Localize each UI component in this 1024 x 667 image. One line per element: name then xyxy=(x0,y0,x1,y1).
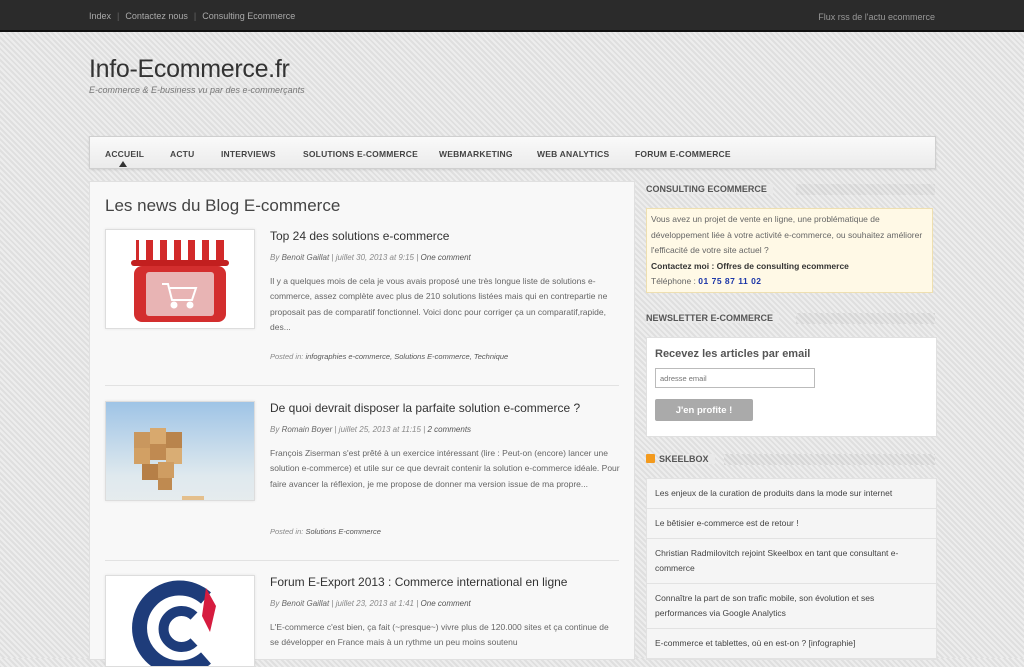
category-links[interactable]: infographies e-commerce, Solutions E-com… xyxy=(305,352,508,361)
phone-label: Téléphone : xyxy=(651,276,696,286)
post-title[interactable]: Forum E-Export 2013 : Commerce internati… xyxy=(270,575,567,589)
phone-number[interactable]: 01 75 87 11 02 xyxy=(698,276,761,286)
site-tagline: E-commerce & E-business vu par des e-com… xyxy=(89,85,305,95)
nav-item-actu[interactable]: ACTU xyxy=(170,149,194,159)
posted-in-label: Posted in: xyxy=(270,527,304,536)
subscribe-button[interactable]: J'en profite ! xyxy=(655,399,753,421)
post-categories: Posted in: infographies e-commerce, Solu… xyxy=(270,352,508,361)
consulting-contact-link[interactable]: Contactez moi : Offres de consulting eco… xyxy=(651,259,928,275)
cci-logo xyxy=(106,576,254,666)
list-item[interactable]: Christian Radmilovitch rejoint Skeelbox … xyxy=(647,539,936,584)
meta-by: By xyxy=(270,253,280,262)
post-excerpt: L'E-commerce c'est bien, ça fait (~presq… xyxy=(270,622,609,648)
nav-item-solutions[interactable]: SOLUTIONS E-COMMERCE xyxy=(303,149,418,159)
post-divider xyxy=(105,560,619,561)
nav-item-accueil[interactable]: ACCUEIL xyxy=(105,149,144,159)
separator: | xyxy=(193,11,197,21)
post-comments-link[interactable]: One comment xyxy=(421,599,471,608)
skeelbox-list: Les enjeux de la curation de produits da… xyxy=(646,478,937,660)
list-item[interactable]: Les enjeux de la curation de produits da… xyxy=(647,479,936,509)
meta-by: By xyxy=(270,599,280,608)
widget-title-decoration xyxy=(796,313,935,324)
main-content: Les news du Blog E-commerce Top 24 des s… xyxy=(89,181,635,667)
top-bar: Index | Contactez nous | Consulting Ecommerc… xyxy=(0,0,1024,32)
page-title: Les news du Blog E-commerce xyxy=(105,196,341,215)
consulting-box: Vous avez un projet de vente en ligne, u… xyxy=(646,208,933,293)
email-input[interactable] xyxy=(655,368,815,388)
wooden-cubes-image xyxy=(106,402,254,500)
consulting-widget-title: CONSULTING ECOMMERCE xyxy=(646,184,773,194)
list-item[interactable]: Connaître la part de son trafic mobile, … xyxy=(647,584,936,629)
top-link-index[interactable]: Index xyxy=(89,11,111,21)
widget-title-decoration xyxy=(724,454,935,465)
top-link-contact[interactable]: Contactez nous xyxy=(125,11,188,21)
post-categories: Posted in: Solutions E-commerce xyxy=(270,527,381,536)
skeelbox-widget-title: SKEELBOX xyxy=(659,454,715,464)
consulting-text: Vous avez un projet de vente en ligne, u… xyxy=(651,214,923,255)
post-date: | juillet 25, 2013 at 11:15 | xyxy=(334,425,426,434)
post-meta: By Romain Boyer | juillet 25, 2013 at 11… xyxy=(270,425,471,434)
newsletter-widget-title: NEWSLETTER E-COMMERCE xyxy=(646,313,779,323)
post-author[interactable]: Benoit Gaillat xyxy=(282,253,330,262)
post-comments-link[interactable]: 2 comments xyxy=(427,425,471,434)
category-links[interactable]: Solutions E-commerce xyxy=(305,527,380,536)
nav-item-interviews[interactable]: INTERVIEWS xyxy=(221,149,276,159)
post-meta: By Benoit Gaillat | juillet 23, 2013 at … xyxy=(270,599,471,608)
post-divider xyxy=(105,385,619,386)
newsletter-heading: Recevez les articles par email xyxy=(655,348,811,360)
list-item[interactable]: E-commerce et tablettes, où en est-on ? … xyxy=(647,629,936,659)
main-nav: ACCUEIL ACTU INTERVIEWS SOLUTIONS E-COMM… xyxy=(89,136,936,169)
widget-title-decoration xyxy=(796,184,935,195)
rss-icon xyxy=(646,454,655,463)
post-date: | juillet 30, 2013 at 9:15 | xyxy=(331,253,419,262)
post-author[interactable]: Benoit Gaillat xyxy=(282,599,330,608)
top-links: Index | Contactez nous | Consulting Ecommerc… xyxy=(89,11,295,21)
post-thumbnail[interactable] xyxy=(105,229,255,329)
nav-item-web-analytics[interactable]: WEB ANALYTICS xyxy=(537,149,609,159)
post-comments-link[interactable]: One comment xyxy=(421,253,471,262)
post-title[interactable]: De quoi devrait disposer la parfaite sol… xyxy=(270,401,580,415)
post-excerpt: Il y a quelques mois de cela je vous ava… xyxy=(270,276,608,332)
post-thumbnail[interactable] xyxy=(105,401,255,501)
separator: | xyxy=(117,11,120,21)
post-meta: By Benoit Gaillat | juillet 30, 2013 at … xyxy=(270,253,471,262)
post-excerpt: François Ziserman s'est prêté à un exerc… xyxy=(270,448,620,489)
post-title[interactable]: Top 24 des solutions e-commerce xyxy=(270,229,449,243)
nav-item-webmarketing[interactable]: WEBMARKETING xyxy=(439,149,513,159)
top-link-consulting[interactable]: Consulting Ecommerce xyxy=(202,11,295,21)
nav-item-forum[interactable]: FORUM E-COMMERCE xyxy=(635,149,731,159)
posted-in-label: Posted in: xyxy=(270,352,304,361)
phone-line: Téléphone : 01 75 87 11 02 xyxy=(651,274,928,290)
newsletter-box: Recevez les articles par email J'en prof… xyxy=(646,337,937,437)
post-author[interactable]: Romain Boyer xyxy=(282,425,333,434)
rss-feed-link[interactable]: Flux rss de l'actu ecommerce xyxy=(818,12,935,22)
post-date: | juillet 23, 2013 at 1:41 | xyxy=(331,599,419,608)
active-nav-arrow xyxy=(119,161,127,167)
site-logo[interactable]: Info-Ecommerce.fr xyxy=(89,55,290,84)
shop-cart-icon xyxy=(106,230,254,328)
list-item[interactable]: Le bêtisier e-commerce est de retour ! xyxy=(647,509,936,539)
post-thumbnail[interactable] xyxy=(105,575,255,667)
meta-by: By xyxy=(270,425,280,434)
